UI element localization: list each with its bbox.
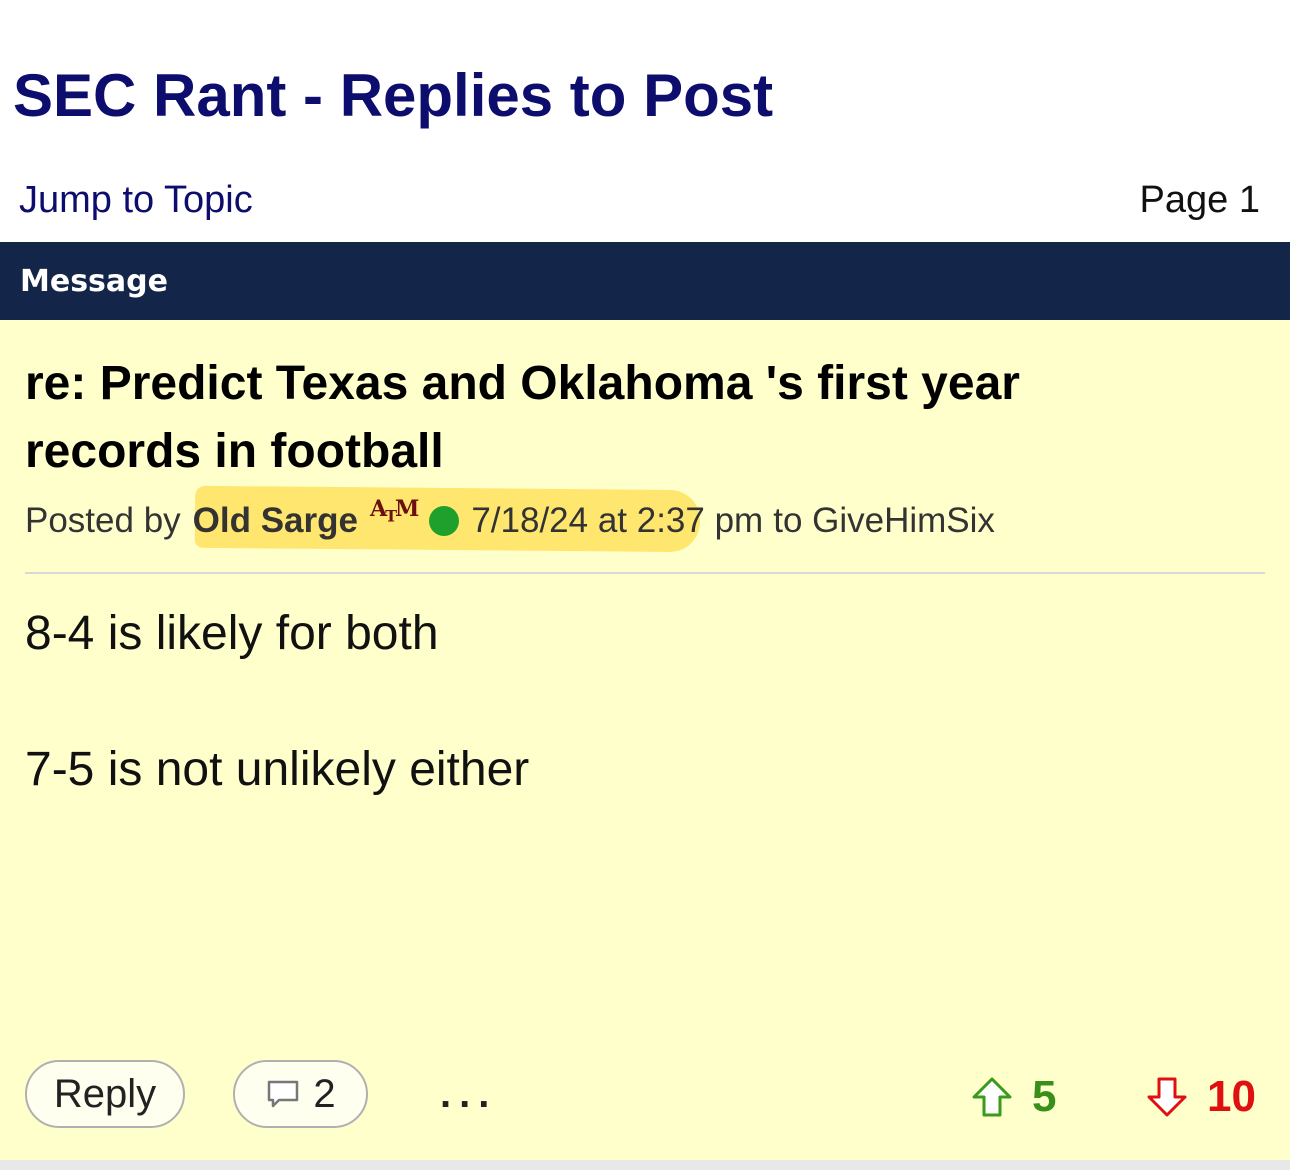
message-column-label: Message xyxy=(20,264,168,299)
page-indicator: Page 1 xyxy=(1139,179,1260,221)
team-logo-icon: ATM xyxy=(369,496,419,526)
post-body-line: 8-4 is likely for both xyxy=(25,607,439,660)
upvote-count: 5 xyxy=(1032,1072,1057,1121)
post-date: 7/18/24 at 2:37 pm xyxy=(471,500,764,540)
comments-button[interactable]: 2 xyxy=(233,1060,368,1128)
post-meta: Posted by Old Sarge ATM 7/18/24 at 2:37 … xyxy=(25,492,995,549)
arrow-up-icon xyxy=(972,1077,1012,1117)
arrow-down-icon xyxy=(1147,1077,1187,1117)
jump-to-topic-link[interactable]: Jump to Topic xyxy=(19,178,253,222)
downvote-button[interactable]: 10 xyxy=(1145,1072,1256,1122)
comment-count: 2 xyxy=(313,1071,336,1116)
page-title: SEC Rant - Replies to Post xyxy=(13,62,774,129)
online-status-icon xyxy=(429,505,460,536)
post-body-line: 7-5 is not unlikely either xyxy=(25,743,530,796)
post-title[interactable]: re: Predict Texas and Oklahoma 's first … xyxy=(25,350,1205,486)
upvote-button[interactable]: 5 xyxy=(970,1072,1056,1122)
post-container: re: Predict Texas and Oklahoma 's first … xyxy=(0,320,1290,1160)
author-link[interactable]: Old Sarge xyxy=(193,496,358,546)
reply-to-user[interactable]: to GiveHimSix xyxy=(773,496,995,546)
message-column-header: Message xyxy=(0,242,1290,320)
bottom-divider xyxy=(0,1160,1290,1170)
posted-by-label: Posted by xyxy=(25,500,181,540)
reply-button[interactable]: Reply xyxy=(25,1060,185,1128)
more-options-button[interactable]: ... xyxy=(440,1072,497,1117)
downvote-count: 10 xyxy=(1207,1072,1256,1121)
speech-bubble-icon xyxy=(268,1080,299,1108)
divider xyxy=(25,572,1265,574)
